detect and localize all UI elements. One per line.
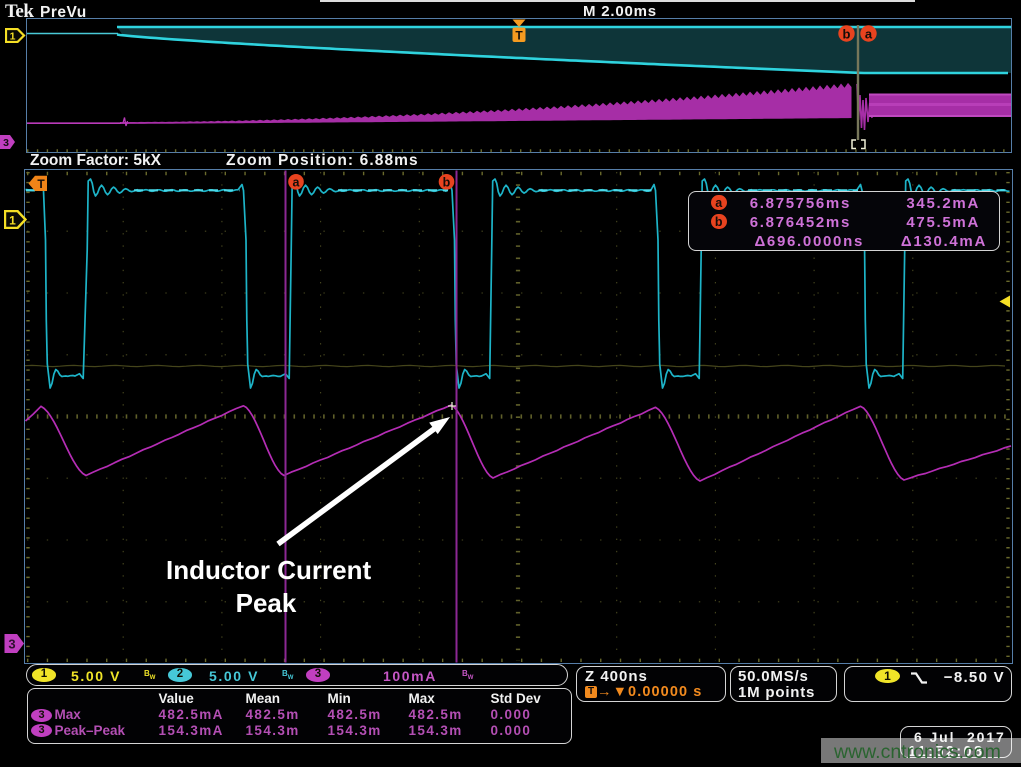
svg-text:3: 3 bbox=[8, 637, 15, 652]
svg-text:T: T bbox=[37, 177, 45, 191]
svg-text:1: 1 bbox=[10, 31, 16, 43]
svg-text:3: 3 bbox=[3, 137, 9, 149]
svg-text:1: 1 bbox=[9, 214, 16, 228]
svg-text:b: b bbox=[443, 175, 451, 189]
svg-text:a: a bbox=[293, 175, 301, 189]
